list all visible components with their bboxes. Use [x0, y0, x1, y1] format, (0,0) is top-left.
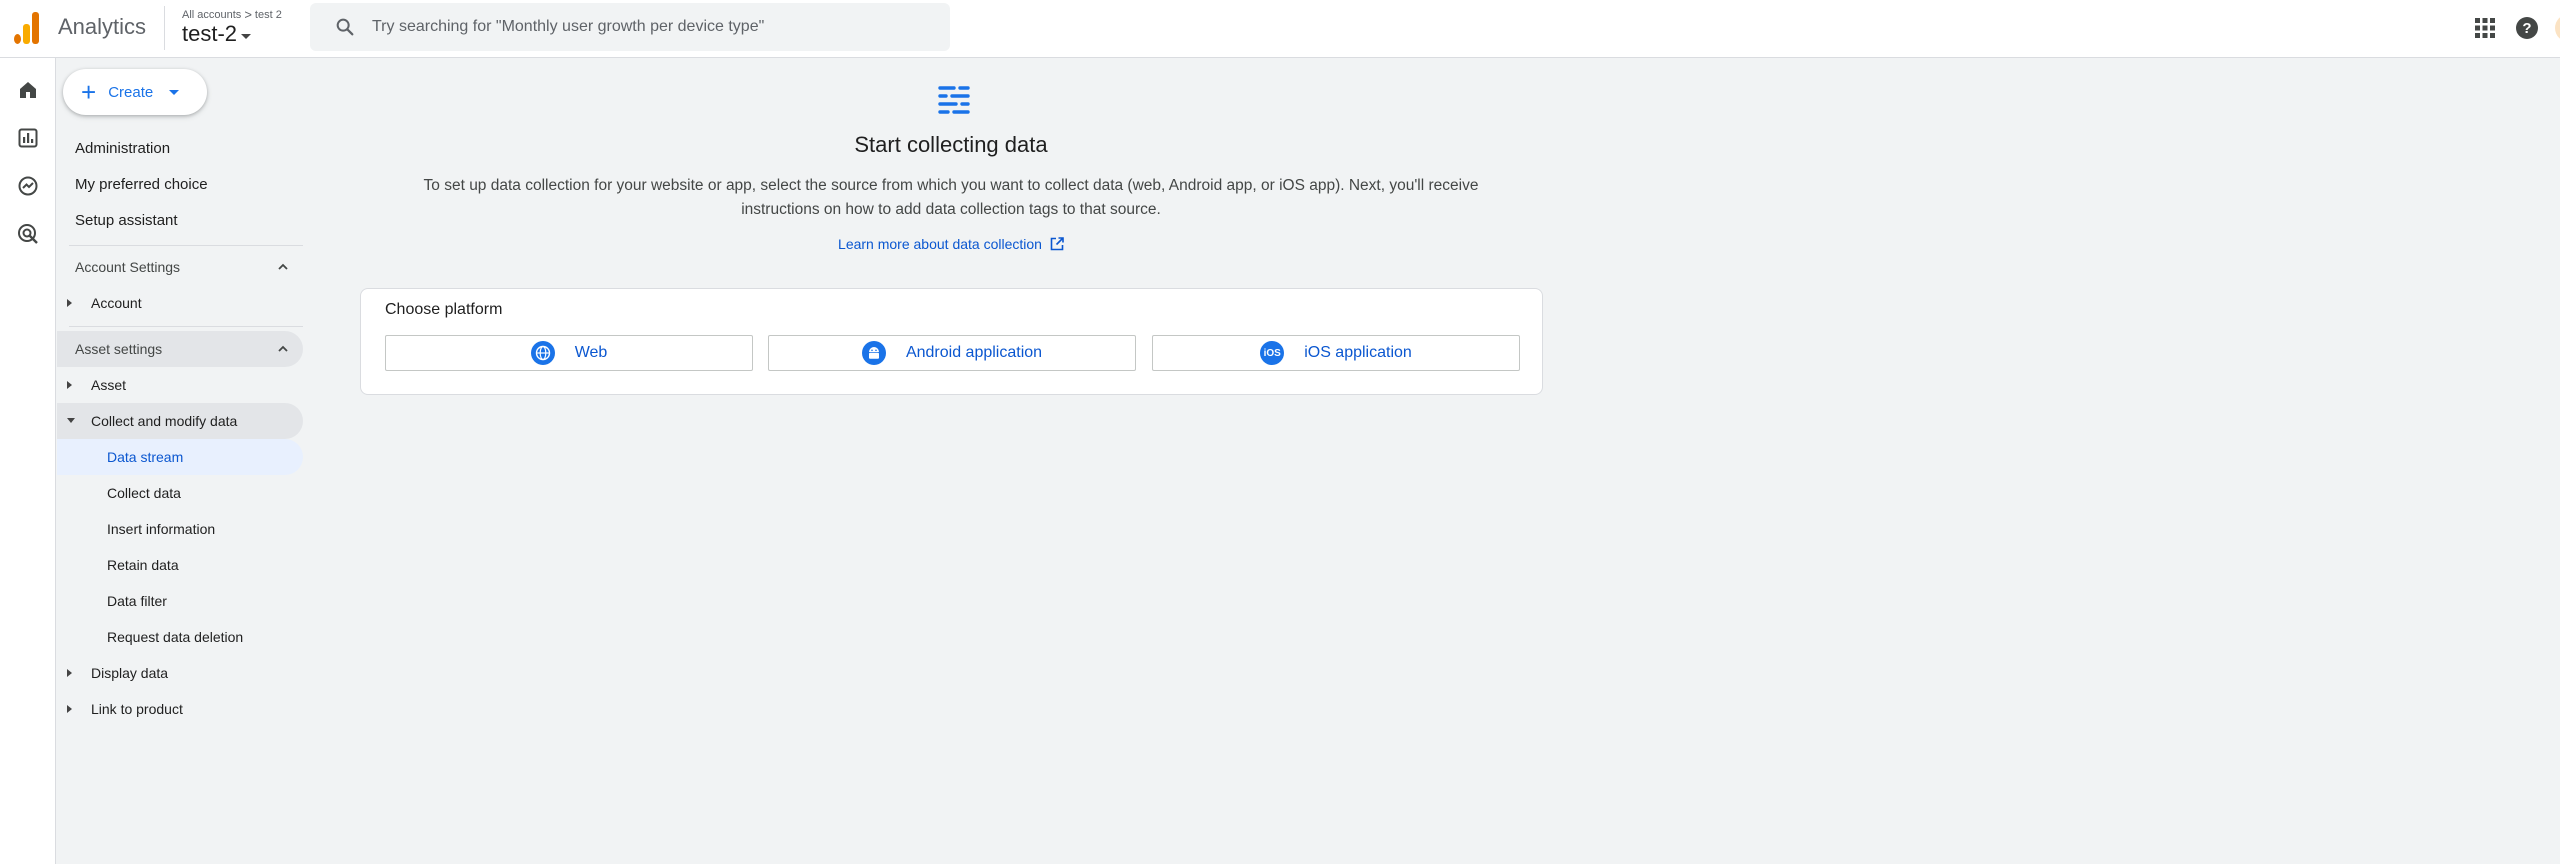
home-icon[interactable]: [14, 76, 42, 104]
android-platform-button[interactable]: Android application: [768, 335, 1136, 371]
nav-divider: [69, 245, 303, 246]
android-platform-label: Android application: [905, 344, 1043, 361]
page-title: Start collecting data: [854, 132, 1048, 157]
nav-administration[interactable]: Administration: [75, 140, 170, 157]
tree-item-display-data-label: Display data: [91, 665, 169, 681]
chevron-down-icon[interactable]: [169, 89, 180, 95]
account-avatar[interactable]: [2555, 14, 2560, 42]
learn-more-label: Learn more about data collection: [838, 236, 1042, 252]
tree-item-account-label: Account: [91, 295, 142, 311]
tree-item-asset[interactable]: Asset: [57, 367, 303, 403]
ios-platform-button[interactable]: iOS iOS application: [1152, 335, 1520, 371]
sub-item-label: Data filter: [107, 593, 167, 609]
main-content: Start collecting data To set up data col…: [308, 58, 2560, 864]
ios-icon: iOS: [1260, 341, 1285, 365]
section-asset-settings[interactable]: Asset settings: [57, 331, 303, 367]
sub-item-request-data-deletion[interactable]: Request data deletion: [57, 619, 303, 655]
app-title[interactable]: Analytics: [58, 14, 146, 40]
tree-item-asset-label: Asset: [91, 377, 127, 393]
breadcrumb-root[interactable]: All accounts: [182, 9, 241, 21]
property-name: test-2: [182, 21, 238, 46]
nav-my-preferred-choice[interactable]: My preferred choice: [75, 176, 208, 193]
caret-down-icon: [67, 418, 75, 423]
property-selector[interactable]: test-2: [182, 21, 252, 47]
page-description: To set up data collection for your websi…: [423, 177, 1479, 218]
open-in-new-icon: [1050, 237, 1064, 251]
choose-platform-card: Choose platform Web Android application …: [360, 288, 1543, 395]
breadcrumb-account[interactable]: test 2: [255, 9, 282, 21]
ios-icon-text: iOS: [1263, 347, 1281, 359]
create-button-label: Create: [108, 83, 154, 101]
plus-icon: +: [81, 77, 97, 107]
sub-item-insert-information[interactable]: Insert information: [57, 511, 303, 547]
advertising-icon[interactable]: [14, 220, 42, 248]
help-icon[interactable]: ?: [2513, 14, 2541, 42]
search-input[interactable]: [372, 18, 932, 36]
nav-setup-assistant[interactable]: Setup assistant: [75, 212, 178, 229]
side-nav: + Create Administration My preferred cho…: [57, 58, 307, 864]
create-button[interactable]: + Create: [63, 69, 207, 115]
sub-item-label: Collect data: [107, 485, 181, 501]
section-asset-settings-label: Asset settings: [75, 341, 163, 357]
top-bar: Analytics All accounts > test 2 test-2 ?: [0, 0, 2560, 58]
web-platform-button[interactable]: Web: [385, 335, 753, 371]
learn-more-link[interactable]: Learn more about data collection: [308, 236, 1594, 252]
caret-right-icon: [67, 705, 72, 713]
chevron-up-icon: [278, 263, 288, 270]
tree-item-link-to-product-label: Link to product: [91, 701, 183, 717]
sub-item-label: Insert information: [107, 521, 216, 537]
web-platform-label: Web: [574, 344, 608, 361]
reports-icon[interactable]: [14, 124, 42, 152]
ios-platform-label: iOS application: [1304, 344, 1412, 361]
tree-item-collect-and-modify-data-label: Collect and modify data: [91, 413, 238, 429]
breadcrumb-separator: >: [244, 7, 252, 22]
tree-item-collect-and-modify-data[interactable]: Collect and modify data: [57, 403, 303, 439]
svg-text:?: ?: [2522, 20, 2531, 37]
chevron-down-icon: [241, 33, 252, 39]
chevron-up-icon: [278, 345, 288, 352]
card-title: Choose platform: [385, 301, 503, 318]
caret-right-icon: [67, 381, 72, 389]
data-streams-icon: [938, 86, 970, 114]
search-bar[interactable]: [310, 3, 950, 51]
header-divider: [164, 6, 165, 50]
apps-grid-icon[interactable]: [2471, 14, 2499, 42]
search-icon: [336, 18, 354, 36]
tree-item-display-data[interactable]: Display data: [57, 655, 303, 691]
sub-item-data-filter[interactable]: Data filter: [57, 583, 303, 619]
sub-item-retain-data[interactable]: Retain data: [57, 547, 303, 583]
tree-item-account[interactable]: Account: [57, 285, 303, 321]
caret-right-icon: [67, 669, 72, 677]
sub-item-label: Request data deletion: [107, 629, 244, 645]
sub-item-label: Retain data: [107, 557, 179, 573]
breadcrumb[interactable]: All accounts > test 2: [182, 7, 282, 22]
analytics-logo-icon[interactable]: [12, 10, 42, 44]
tree-item-link-to-product[interactable]: Link to product: [57, 691, 303, 727]
caret-right-icon: [67, 299, 72, 307]
left-rail: [0, 58, 56, 864]
sub-item-label: Data stream: [107, 449, 184, 465]
sub-item-collect-data[interactable]: Collect data: [57, 475, 303, 511]
explore-icon[interactable]: [14, 172, 42, 200]
globe-icon: [530, 341, 555, 365]
sub-item-data-stream[interactable]: Data stream: [57, 439, 303, 475]
section-account-settings-label: Account Settings: [75, 259, 181, 275]
nav-divider: [69, 326, 303, 327]
section-account-settings[interactable]: Account Settings: [57, 249, 303, 285]
android-icon: [861, 341, 886, 365]
